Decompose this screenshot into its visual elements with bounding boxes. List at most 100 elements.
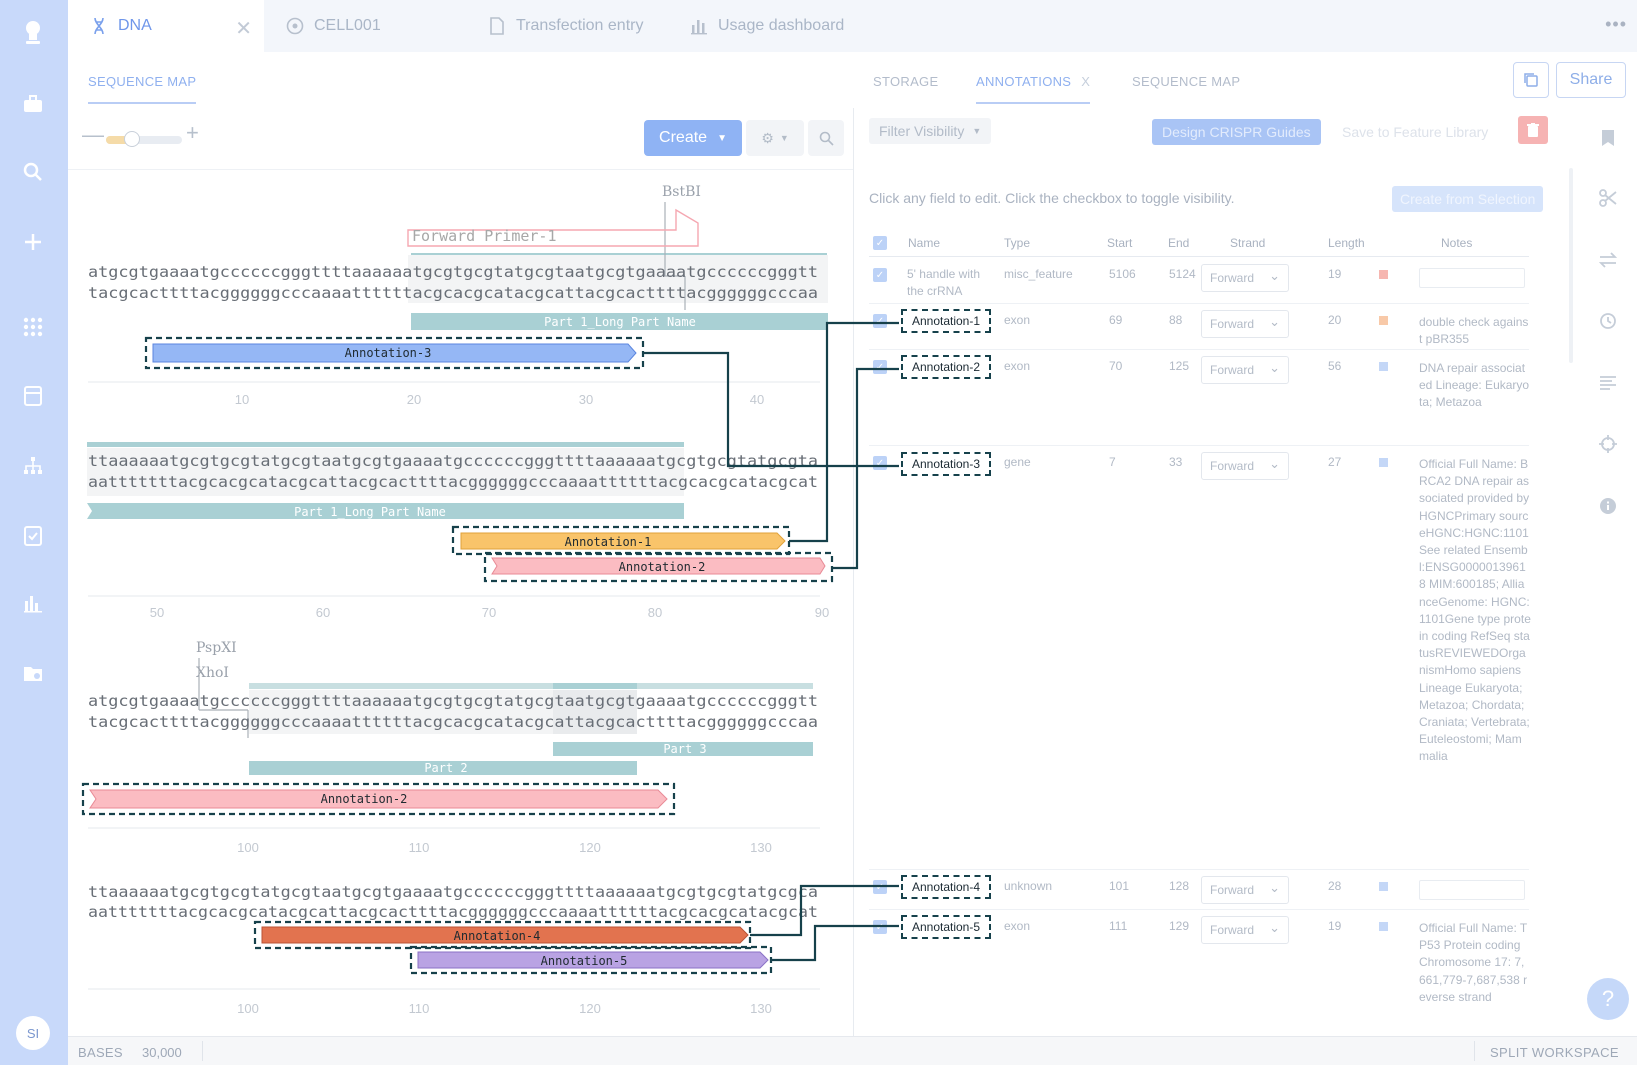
row-visibility-checkbox[interactable]: ✓ (873, 268, 887, 282)
table-scrollbar[interactable] (1569, 168, 1573, 363)
row-name[interactable]: Annotation-4 (901, 875, 991, 899)
checklist-icon[interactable] (18, 521, 48, 551)
row-end[interactable]: 129 (1169, 918, 1189, 935)
strand-select[interactable]: Forward (1201, 310, 1289, 338)
row-name[interactable]: 5' handle with the crRNA (907, 266, 997, 300)
row-end[interactable]: 33 (1169, 454, 1182, 471)
swap-icon[interactable] (1596, 248, 1620, 272)
row-end[interactable]: 88 (1169, 312, 1182, 329)
row-name[interactable]: Annotation-2 (901, 355, 991, 379)
row-start[interactable]: 70 (1109, 358, 1122, 375)
history-icon[interactable] (1596, 309, 1620, 333)
column-header-name[interactable]: Name (908, 236, 940, 250)
column-header-length[interactable]: Length (1328, 236, 1365, 250)
row-type[interactable]: gene (1004, 454, 1031, 471)
column-header-start[interactable]: Start (1107, 236, 1132, 250)
settings-dropdown-button[interactable]: ⚙ ▼ (746, 120, 804, 156)
row-type[interactable]: unknown (1004, 878, 1052, 895)
split-workspace-button[interactable]: SPLIT WORKSPACE (1490, 1045, 1619, 1060)
color-swatch[interactable] (1379, 882, 1388, 891)
tab-sequence-map-right[interactable]: SEQUENCE MAP (1132, 74, 1240, 89)
tab-annotations[interactable]: ANNOTATIONS X (976, 74, 1091, 104)
search-icon[interactable] (18, 157, 48, 187)
sequence-search-button[interactable] (808, 120, 844, 156)
tab-sequence-map-left[interactable]: SEQUENCE MAP (88, 74, 197, 104)
zoom-in-button[interactable]: + (186, 120, 199, 146)
create-button[interactable]: Create ▼ (644, 120, 742, 156)
zoom-slider-thumb[interactable] (124, 131, 140, 147)
row-start[interactable]: 7 (1109, 454, 1116, 471)
filter-visibility-button[interactable]: Filter Visibility ▼ (869, 118, 992, 144)
user-avatar[interactable]: SI (16, 1016, 50, 1050)
row-end[interactable]: 128 (1169, 878, 1189, 895)
row-start[interactable]: 69 (1109, 312, 1122, 329)
table-row[interactable]: ✓ Annotation-4 unknown 101 128 Forward 2… (869, 870, 1529, 910)
table-row[interactable]: ✓ 5' handle with the crRNA misc_feature … (869, 258, 1529, 304)
add-icon[interactable] (18, 227, 48, 257)
panel-divider[interactable] (853, 108, 854, 1038)
duplicate-button[interactable] (1513, 62, 1549, 98)
color-swatch[interactable] (1379, 922, 1388, 931)
notes-input[interactable] (1419, 880, 1525, 900)
tab-storage[interactable]: STORAGE (873, 74, 938, 89)
share-button[interactable]: Share (1556, 62, 1626, 98)
row-type[interactable]: exon (1004, 358, 1030, 375)
design-crispr-button[interactable]: Design CRISPR Guides (1152, 119, 1321, 145)
select-all-checkbox[interactable]: ✓ (873, 236, 887, 250)
row-start[interactable]: 101 (1109, 878, 1129, 895)
delete-button[interactable] (1518, 116, 1548, 144)
row-type[interactable]: misc_feature (1004, 266, 1073, 283)
close-annotations-tab-icon[interactable]: X (1081, 74, 1090, 89)
scissors-icon[interactable] (1596, 186, 1620, 210)
column-header-strand[interactable]: Strand (1230, 236, 1265, 250)
color-swatch[interactable] (1379, 270, 1388, 279)
create-from-selection-button[interactable]: Create from Selection (1392, 186, 1544, 212)
table-row[interactable]: ✓ Annotation-1 exon 69 88 Forward 20 dou… (869, 304, 1529, 350)
zoom-out-button[interactable]: — (82, 122, 104, 148)
row-start[interactable]: 5106 (1109, 266, 1136, 283)
strand-select[interactable]: Forward (1201, 264, 1289, 292)
notebook-icon[interactable] (18, 381, 48, 411)
tab-usage-dashboard[interactable]: Usage dashboard (690, 0, 844, 52)
app-logo-icon[interactable] (18, 18, 48, 48)
strand-select[interactable]: Forward (1201, 356, 1289, 384)
apps-grid-icon[interactable] (18, 312, 48, 342)
table-row[interactable]: ✓ Annotation-3 gene 7 33 Forward 27 Offi… (869, 446, 1531, 870)
target-icon[interactable] (1596, 432, 1620, 456)
close-tab-icon[interactable]: ✕ (235, 16, 252, 41)
row-notes[interactable]: Official Full Name: TP53 Protein coding … (1419, 920, 1529, 1006)
row-end[interactable]: 5124 (1169, 266, 1196, 283)
strand-select[interactable]: Forward (1201, 452, 1289, 480)
column-header-type[interactable]: Type (1004, 236, 1030, 250)
notes-input[interactable] (1419, 268, 1525, 288)
row-visibility-checkbox[interactable]: ✓ (873, 360, 887, 374)
row-type[interactable]: exon (1004, 918, 1030, 935)
row-notes[interactable]: DNA repair associated Lineage: Eukaryota… (1419, 360, 1531, 412)
help-button[interactable]: ? (1587, 978, 1629, 1020)
hierarchy-icon[interactable] (18, 451, 48, 481)
column-header-end[interactable]: End (1168, 236, 1189, 250)
color-swatch[interactable] (1379, 458, 1388, 467)
table-row[interactable]: ✓ Annotation-5 exon 111 129 Forward 19 O… (869, 910, 1529, 1035)
folder-settings-icon[interactable] (18, 658, 48, 688)
info-icon[interactable] (1596, 494, 1620, 518)
row-type[interactable]: exon (1004, 312, 1030, 329)
row-start[interactable]: 111 (1109, 918, 1127, 935)
strand-select[interactable]: Forward (1201, 916, 1289, 944)
row-visibility-checkbox[interactable]: ✓ (873, 456, 887, 470)
more-options-icon[interactable]: ••• (1605, 14, 1627, 35)
row-name[interactable]: Annotation-3 (901, 452, 991, 476)
align-left-icon[interactable] (1596, 371, 1620, 395)
strand-select[interactable]: Forward (1201, 876, 1289, 904)
tab-dna[interactable]: DNA ✕ (68, 0, 264, 52)
row-visibility-checkbox[interactable]: ✓ (873, 920, 887, 934)
analytics-icon[interactable] (18, 588, 48, 618)
row-visibility-checkbox[interactable]: ✓ (873, 880, 887, 894)
save-feature-library-button[interactable]: Save to Feature Library (1342, 119, 1488, 145)
color-swatch[interactable] (1379, 362, 1388, 371)
row-notes[interactable]: double check against pBR355 (1419, 314, 1531, 348)
zoom-slider[interactable] (106, 131, 182, 147)
color-swatch[interactable] (1379, 316, 1388, 325)
row-notes[interactable]: Official Full Name: BRCA2 DNA repair ass… (1419, 456, 1531, 766)
bookmark-icon[interactable] (1596, 126, 1620, 150)
